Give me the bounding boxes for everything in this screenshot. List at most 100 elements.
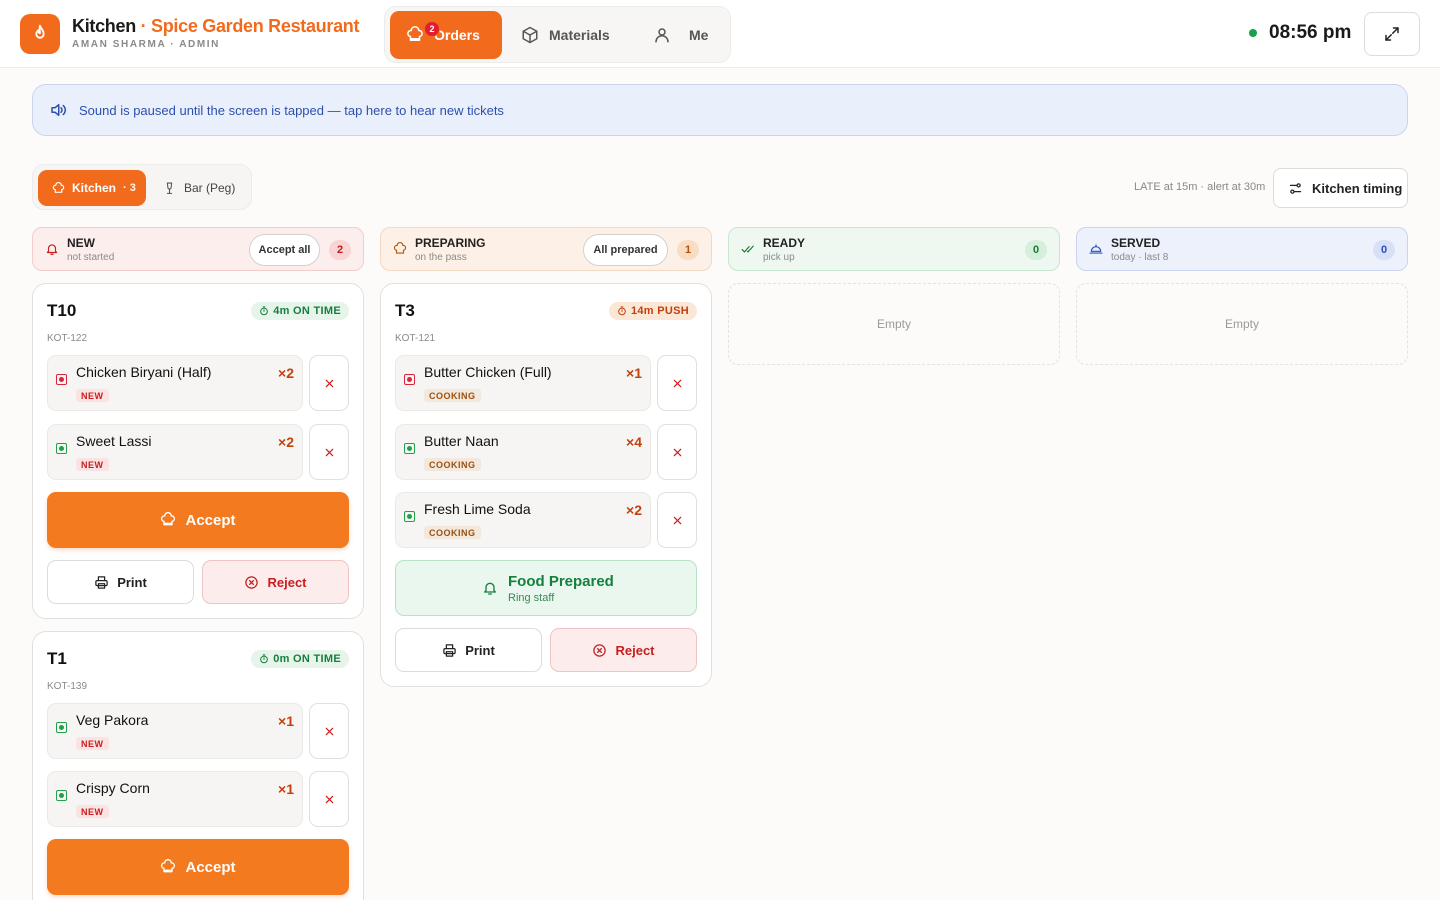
item-status: NEW: [76, 389, 109, 402]
timer-icon: [260, 654, 269, 664]
reject-button[interactable]: Reject: [550, 628, 697, 672]
ticket-timer: 14m PUSH: [608, 302, 697, 320]
tab-kitchen[interactable]: Kitchen · 3: [38, 170, 146, 206]
restaurant-name: Spice Garden Restaurant: [151, 16, 360, 36]
sound-paused-banner[interactable]: Sound is paused until the screen is tapp…: [32, 84, 1408, 136]
bell-icon: [484, 582, 496, 595]
kitchen-timing-label: Kitchen timing: [1312, 180, 1403, 196]
ticket-timer-text: 0m ON TIME: [273, 653, 341, 665]
expand-icon: [1385, 27, 1399, 41]
nav-materials[interactable]: Materials: [521, 11, 610, 59]
column-header-new: NEW not started Accept all 2: [32, 227, 364, 271]
ticket-item[interactable]: Fresh Lime Soda ×2 COOKING: [395, 492, 651, 548]
chef-hat-icon: [393, 242, 407, 254]
print-label: Print: [117, 574, 147, 590]
app-title: Kitchen · Spice Garden Restaurant: [72, 16, 359, 37]
clock-time: 08:56 pm: [1269, 22, 1352, 43]
remove-item-button[interactable]: [309, 355, 349, 411]
veg-icon: [56, 722, 67, 733]
column-title: READY: [763, 236, 806, 250]
tab-kitchen-label: Kitchen: [72, 181, 117, 195]
food-prepared-sub: Ring staff: [508, 592, 555, 604]
column-count: 1: [677, 240, 699, 260]
printer-icon: [95, 575, 108, 589]
column-header-preparing: PREPARING on the pass All prepared 1: [380, 227, 712, 271]
ticket-table: T1: [47, 649, 67, 668]
nav-orders[interactable]: 2 Orders: [390, 11, 502, 59]
item-status: NEW: [76, 805, 109, 818]
item-qty: ×1: [626, 365, 642, 381]
remove-item-button[interactable]: [309, 703, 349, 759]
tab-bar-label: Bar (Peg): [184, 181, 236, 195]
veg-icon: [56, 790, 67, 801]
print-label: Print: [465, 642, 495, 658]
veg-icon: [404, 511, 415, 522]
circle-x-icon: [593, 643, 607, 657]
ticket-kot: KOT-122: [47, 333, 88, 344]
fullscreen-button[interactable]: [1364, 12, 1420, 56]
ticket-item[interactable]: Chicken Biryani (Half) ×2 NEW: [47, 355, 303, 411]
accept-label: Accept: [185, 858, 236, 876]
close-icon: [673, 516, 681, 524]
food-prepared-button[interactable]: Food Prepared Ring staff: [395, 560, 697, 616]
ticket-kot: KOT-139: [47, 681, 88, 692]
remove-item-button[interactable]: [657, 492, 697, 548]
item-name: Fresh Lime Soda: [424, 501, 531, 517]
column-count: 0: [1373, 240, 1395, 260]
ticket-card-t1: T1 0m ON TIME KOT-139 Veg Pakora ×1 NEW …: [32, 631, 364, 900]
clock: 08:56 pm: [1249, 22, 1351, 44]
circle-x-icon: [245, 575, 259, 589]
item-qty: ×2: [278, 434, 294, 450]
print-button[interactable]: Print: [47, 560, 194, 604]
accept-all-button[interactable]: Accept all: [249, 234, 320, 266]
chef-hat-icon: [161, 512, 176, 526]
printer-icon: [443, 643, 456, 657]
tab-bar[interactable]: Bar (Peg): [163, 170, 235, 206]
item-name: Butter Naan: [424, 433, 499, 449]
remove-item-button[interactable]: [309, 771, 349, 827]
all-prepared-button[interactable]: All prepared: [583, 234, 668, 266]
late-threshold-info: LATE at 15m · alert at 30m: [1134, 181, 1266, 193]
accept-button[interactable]: Accept: [47, 492, 349, 548]
print-button[interactable]: Print: [395, 628, 542, 672]
flame-logo-icon: [20, 14, 60, 54]
chef-hat-icon: [407, 26, 423, 41]
column-count: 0: [1025, 240, 1047, 260]
item-name: Veg Pakora: [76, 712, 149, 728]
nav-materials-label: Materials: [549, 27, 610, 43]
ticket-card-t10: T10 4m ON TIME KOT-122 Chicken Biryani (…: [32, 283, 364, 619]
column-subtitle: not started: [67, 252, 115, 263]
bell-icon: [46, 244, 58, 255]
nav-me-label: Me: [689, 27, 709, 43]
user-role: AMAN SHARMA · ADMIN: [72, 39, 220, 50]
item-qty: ×2: [626, 502, 642, 518]
timer-icon: [260, 306, 269, 316]
timer-icon: [618, 306, 626, 316]
remove-item-button[interactable]: [657, 424, 697, 480]
column-header-served: SERVED today · last 8 0: [1076, 227, 1408, 271]
kitchen-timing-button[interactable]: Kitchen timing: [1273, 168, 1408, 208]
item-qty: ×1: [278, 713, 294, 729]
ticket-item[interactable]: Butter Naan ×4 COOKING: [395, 424, 651, 480]
non-veg-icon: [404, 374, 415, 385]
ticket-item[interactable]: Veg Pakora ×1 NEW: [47, 703, 303, 759]
ready-empty-state: Empty: [728, 283, 1060, 365]
accept-button[interactable]: Accept: [47, 839, 349, 895]
ticket-item[interactable]: Sweet Lassi ×2 NEW: [47, 424, 303, 480]
orders-badge: 2: [424, 21, 440, 37]
ticket-item[interactable]: Butter Chicken (Full) ×1 COOKING: [395, 355, 651, 411]
close-icon: [325, 448, 333, 456]
reject-button[interactable]: Reject: [202, 560, 349, 604]
served-empty-state: Empty: [1076, 283, 1408, 365]
ticket-item[interactable]: Crispy Corn ×1 NEW: [47, 771, 303, 827]
column-count: 2: [329, 240, 351, 260]
close-icon: [325, 727, 333, 735]
box-icon: [522, 26, 538, 44]
column-subtitle: on the pass: [415, 252, 467, 263]
sliders-icon: [1289, 182, 1302, 194]
remove-item-button[interactable]: [309, 424, 349, 480]
banner-text: Sound is paused until the screen is tapp…: [79, 102, 504, 118]
remove-item-button[interactable]: [657, 355, 697, 411]
nav-me[interactable]: Me: [653, 11, 708, 59]
ticket-table: T3: [395, 301, 415, 320]
